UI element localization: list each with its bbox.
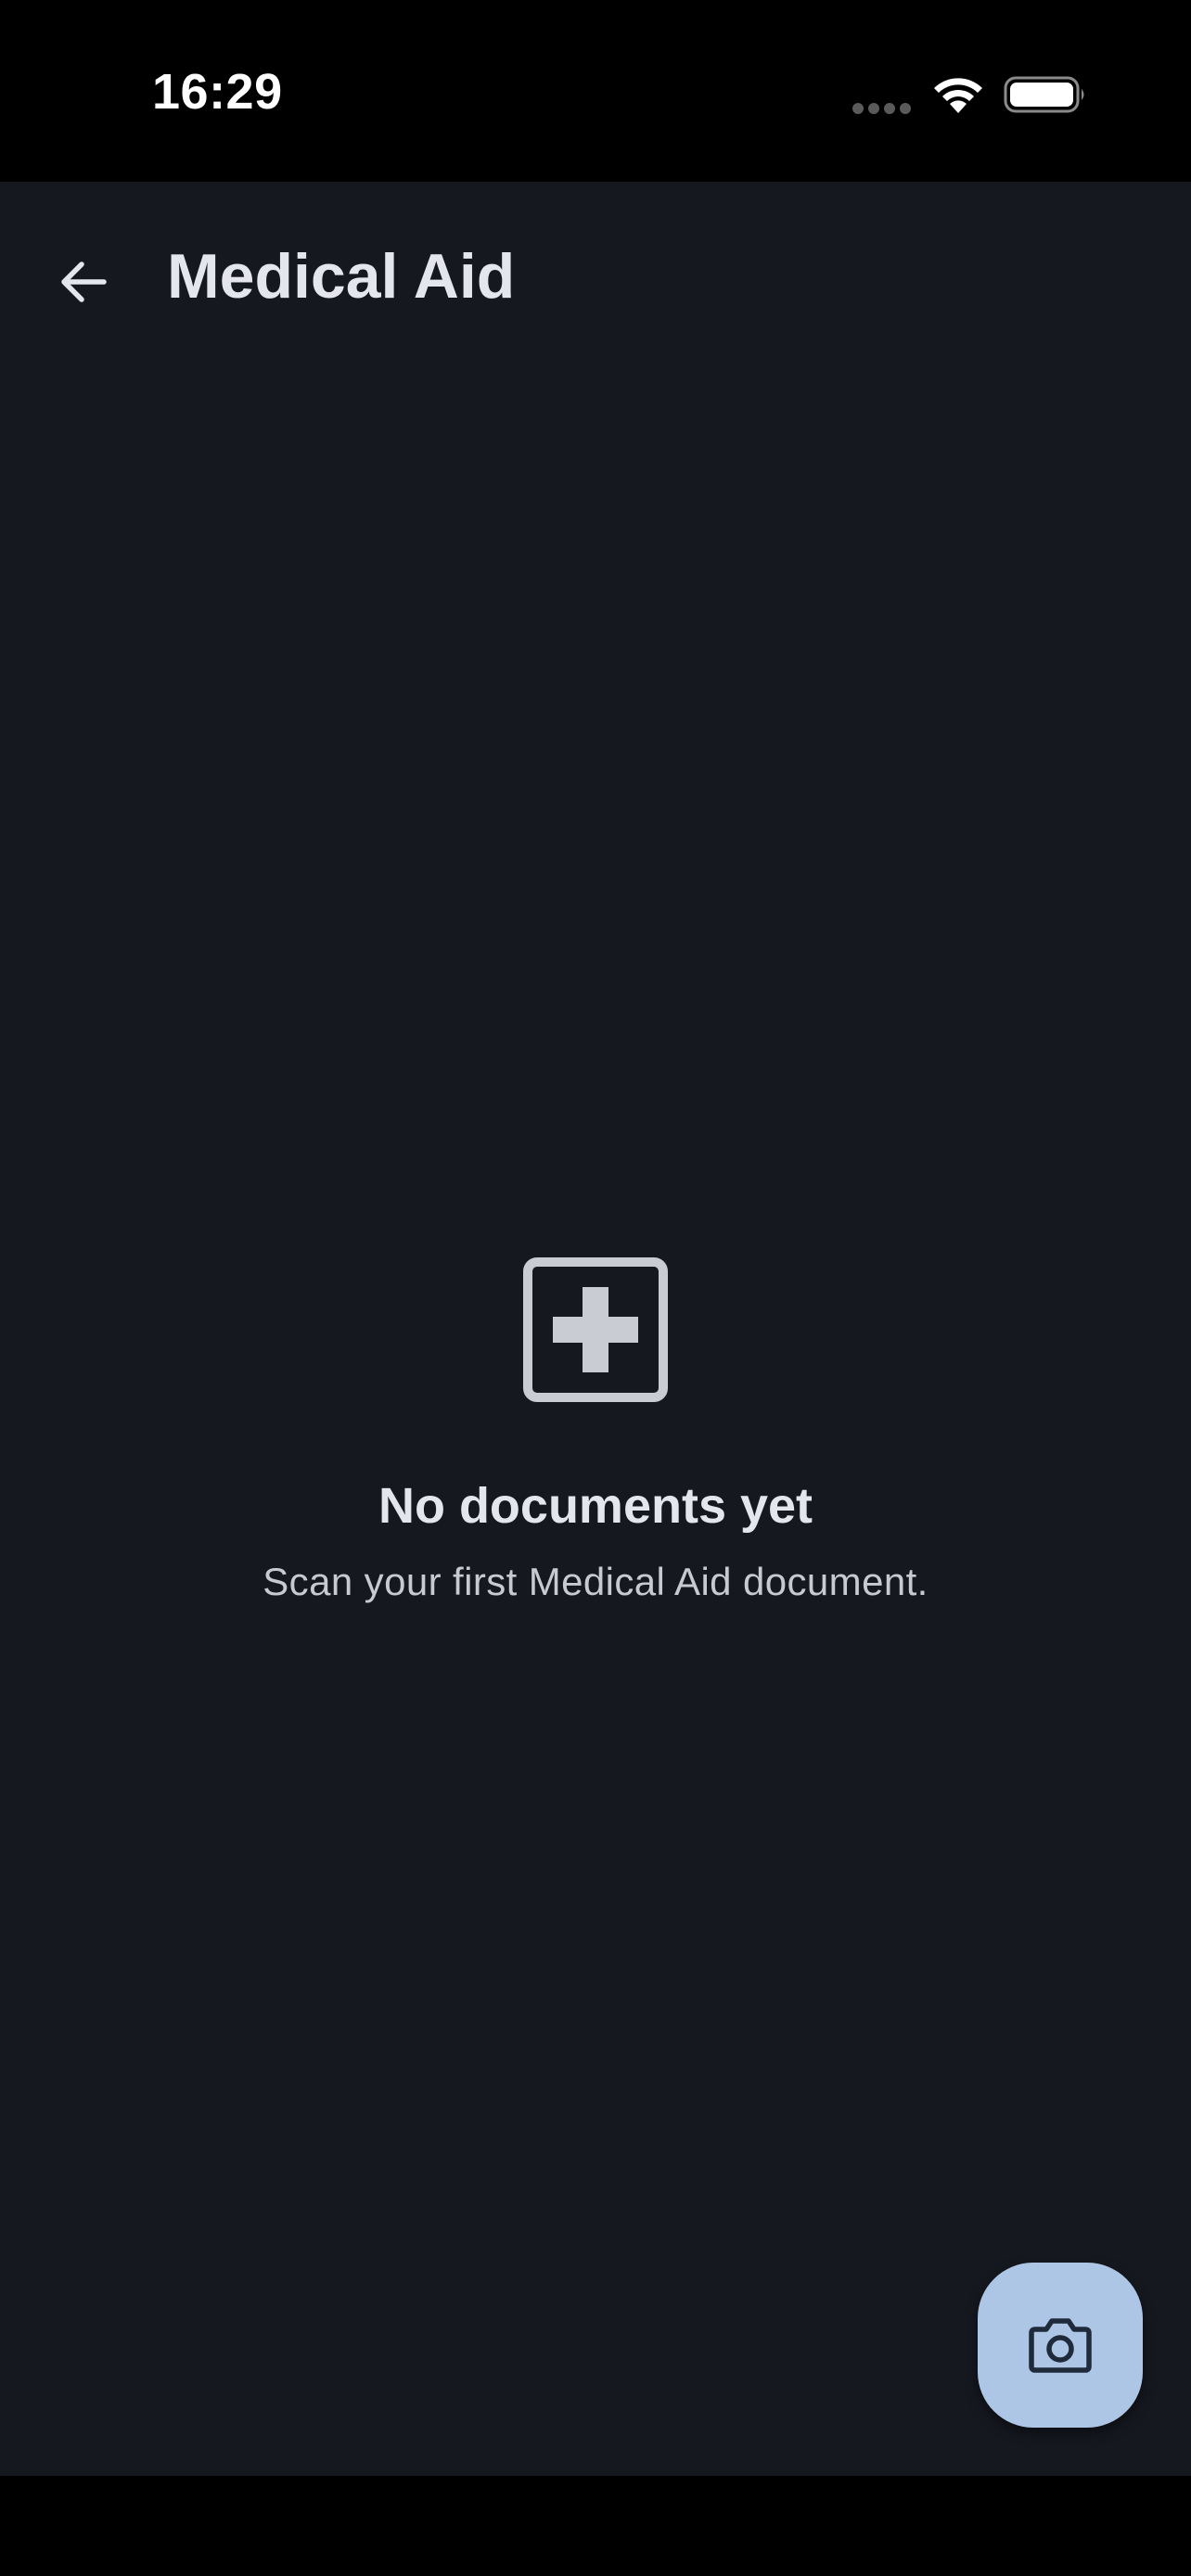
- app-content: Medical Aid No documents yet Scan your f…: [0, 182, 1191, 2476]
- camera-icon: [1029, 2318, 1092, 2373]
- empty-state-title: No documents yet: [378, 1478, 813, 1534]
- app-bar: Medical Aid: [0, 182, 1191, 373]
- phone-screen: 16:29 Medical Aid No documents yet Scan …: [0, 0, 1191, 2576]
- bottom-safe-area: [0, 2476, 1191, 2576]
- empty-state-subtitle: Scan your first Medical Aid document.: [263, 1559, 928, 1603]
- wifi-icon: [934, 78, 982, 113]
- page-title: Medical Aid: [167, 241, 516, 312]
- scan-document-button[interactable]: [978, 2263, 1143, 2428]
- empty-state: No documents yet Scan your first Medical…: [0, 1257, 1191, 1607]
- medical-cross-icon: [523, 1257, 668, 1402]
- battery-icon: [1004, 76, 1084, 113]
- status-time: 16:29: [152, 64, 283, 120]
- status-bar: 16:29: [0, 0, 1191, 182]
- back-button[interactable]: [37, 236, 130, 328]
- cellular-signal-icon: [852, 103, 911, 114]
- arrow-left-icon: [61, 261, 107, 302]
